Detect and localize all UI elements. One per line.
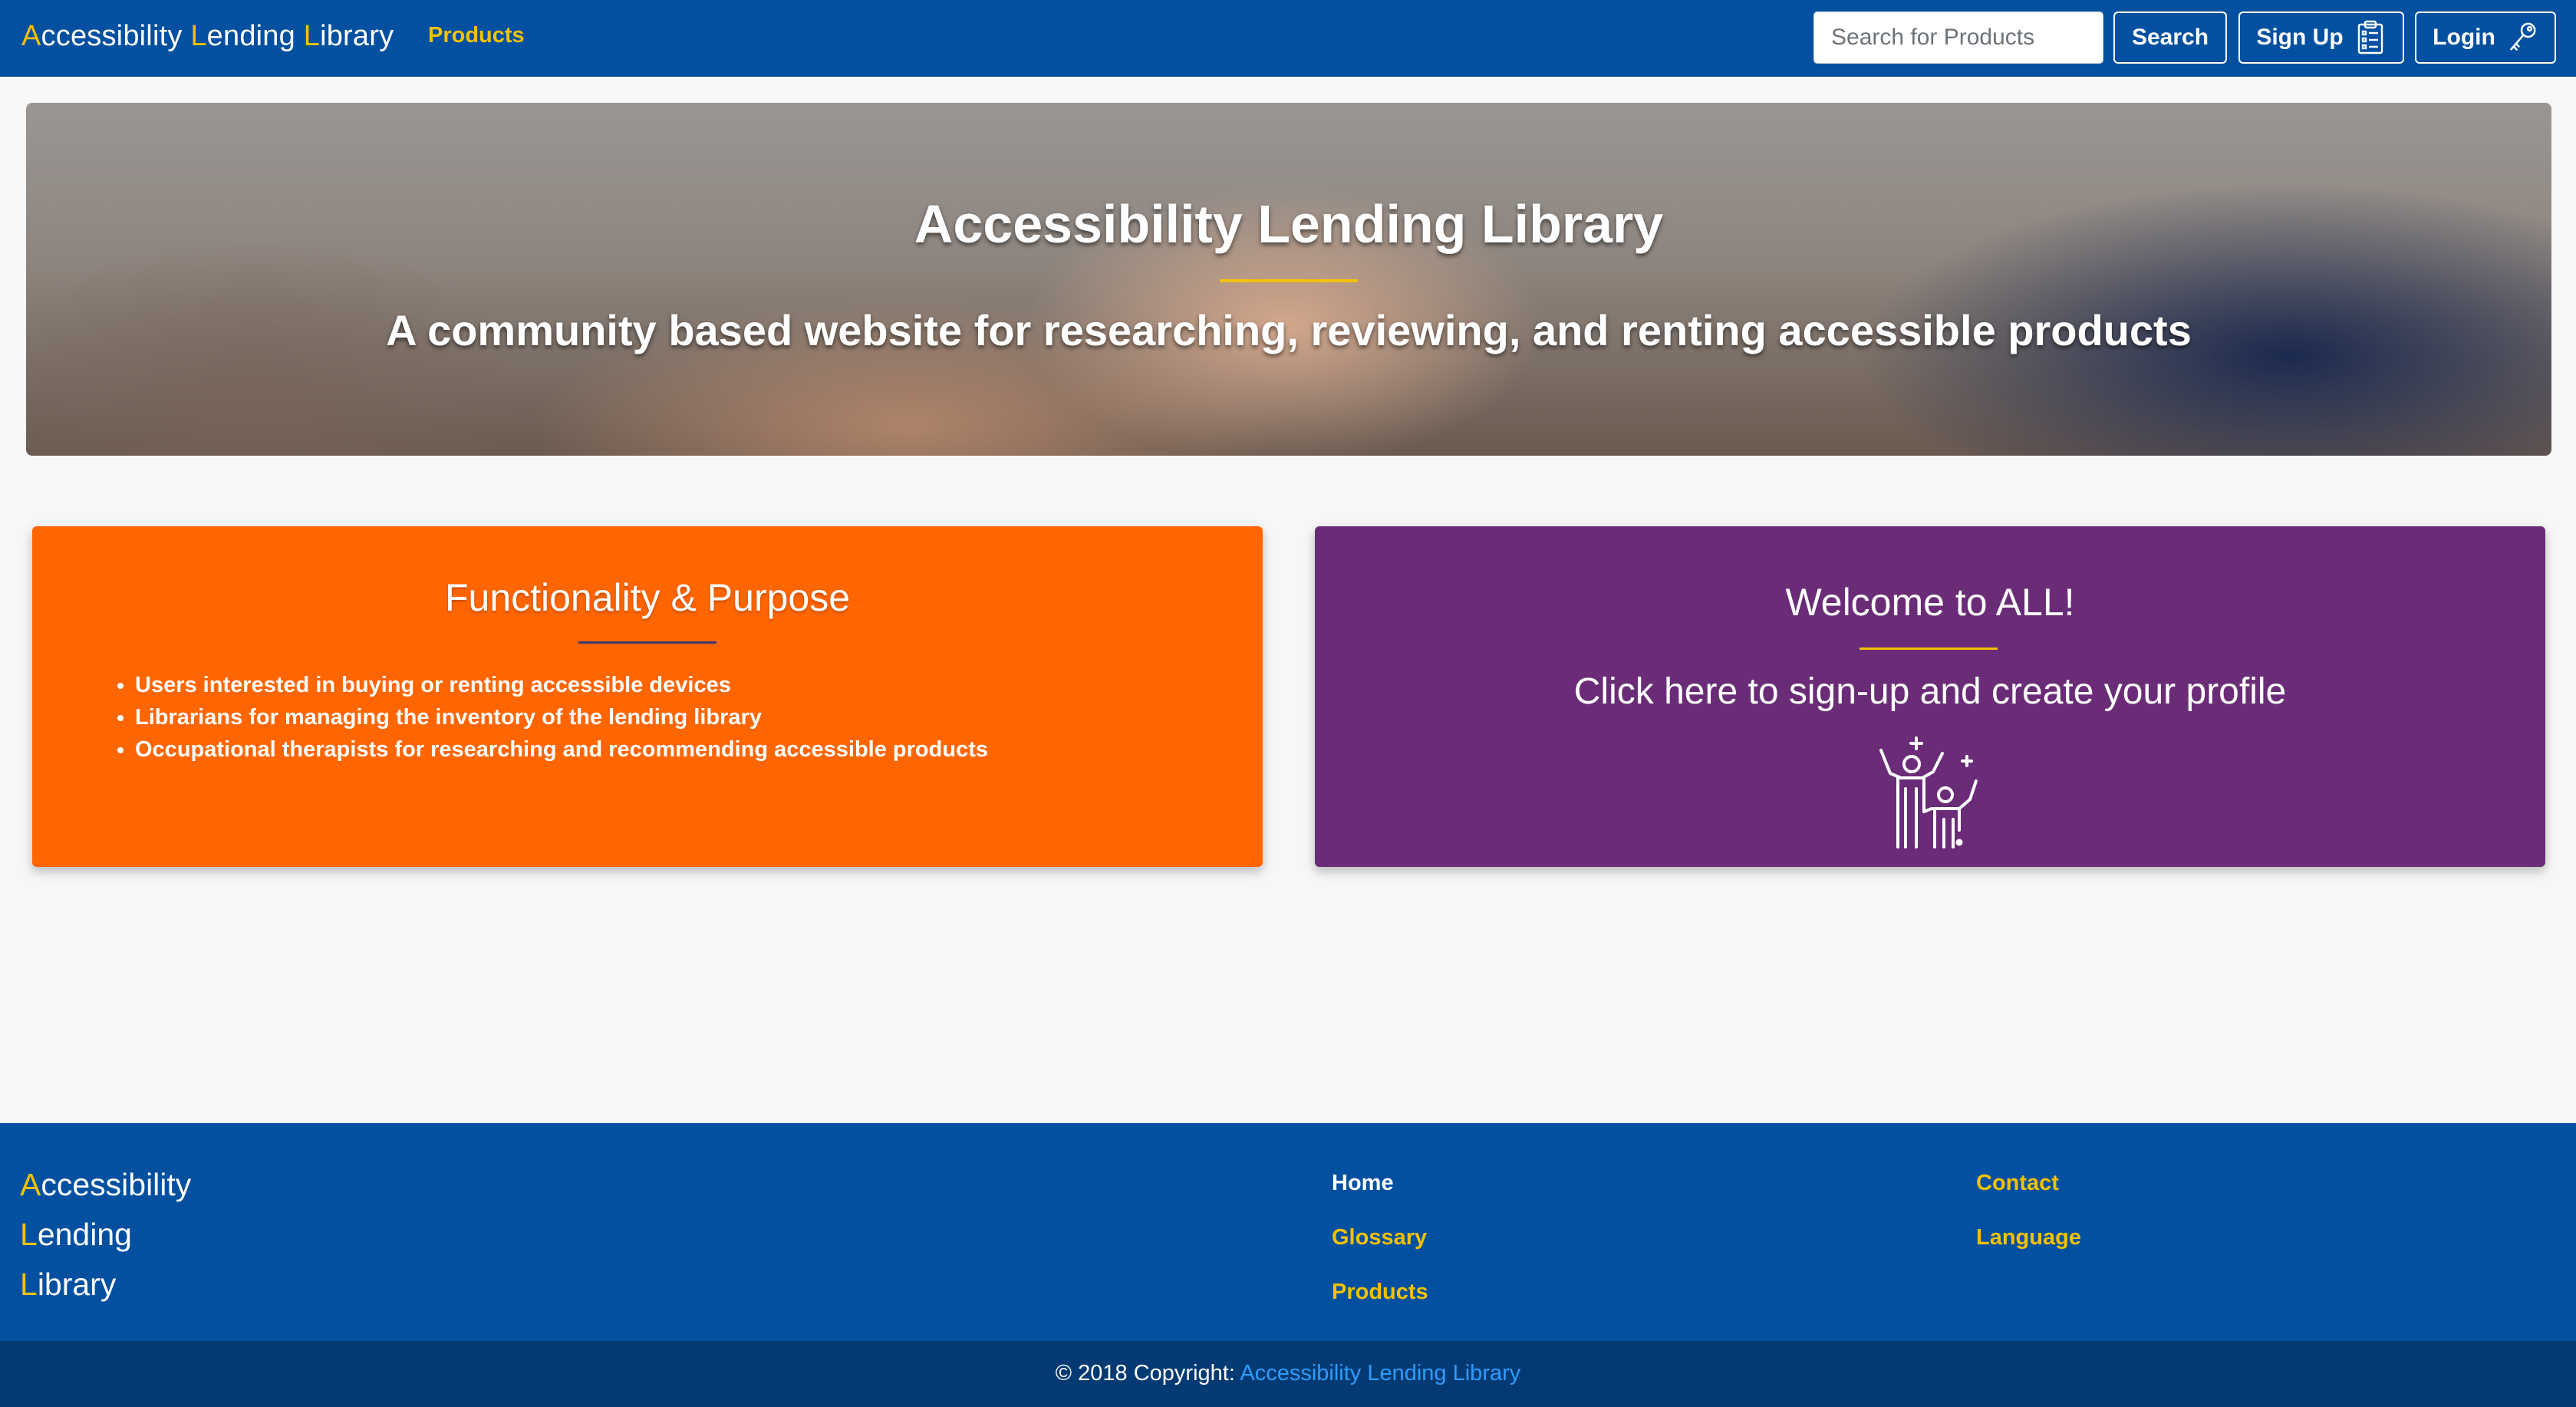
functionality-card: Functionality & Purpose Users interested… xyxy=(32,526,1263,867)
footer-language-link[interactable]: Language xyxy=(1976,1225,2081,1250)
copyright-bar: © 2018 Copyright: Accessibility Lending … xyxy=(0,1341,2576,1407)
hero-subtitle: A community based website for researchin… xyxy=(386,306,2192,354)
footer-products-link[interactable]: Products xyxy=(1332,1280,1428,1305)
nav-products-link[interactable]: Products xyxy=(428,23,525,48)
copyright-link[interactable]: Accessibility Lending Library xyxy=(1240,1361,1520,1386)
footer: Accessibility Lending Library Home Gloss… xyxy=(0,1123,2576,1341)
footer-contact-link[interactable]: Contact xyxy=(1976,1171,2059,1196)
signup-prompt-link[interactable]: Click here to sign-up and create your pr… xyxy=(1315,671,2545,713)
footer-brand: Accessibility Lending Library xyxy=(20,1167,192,1302)
hero-title: Accessibility Lending Library xyxy=(914,194,1664,254)
welcome-title: Welcome to ALL! xyxy=(1785,581,2075,624)
functionality-title: Functionality & Purpose xyxy=(444,576,851,619)
list-item: Occupational therapists for researching … xyxy=(135,733,988,766)
clipboard-icon xyxy=(2357,20,2383,54)
search-button[interactable]: Search xyxy=(2113,12,2227,64)
search-input[interactable] xyxy=(1813,12,2103,64)
list-item: Librarians for managing the inventory of… xyxy=(135,701,988,733)
welcome-signup-card[interactable]: Welcome to ALL! Click here to sign-up an… xyxy=(1315,526,2545,867)
welcome-divider xyxy=(1860,647,1998,650)
copyright-text: © 2018 Copyright: Accessibility Lending … xyxy=(1055,1361,1521,1386)
functionality-divider xyxy=(578,641,716,644)
brand-logo-link[interactable]: Accessibility Lending Library xyxy=(21,20,394,53)
functionality-list: Users interested in buying or renting ac… xyxy=(135,669,988,766)
hero-divider xyxy=(1220,279,1358,282)
footer-home-link[interactable]: Home xyxy=(1332,1171,1394,1196)
footer-glossary-link[interactable]: Glossary xyxy=(1332,1225,1427,1250)
top-navbar: Accessibility Lending Library Products S… xyxy=(0,0,2576,77)
celebrating-people-icon xyxy=(1879,736,1978,848)
hero-banner: Accessibility Lending Library A communit… xyxy=(26,103,2551,456)
key-icon xyxy=(2509,22,2536,51)
login-button[interactable]: Login xyxy=(2415,12,2556,64)
list-item: Users interested in buying or renting ac… xyxy=(135,669,988,701)
signup-button[interactable]: Sign Up xyxy=(2238,12,2404,64)
